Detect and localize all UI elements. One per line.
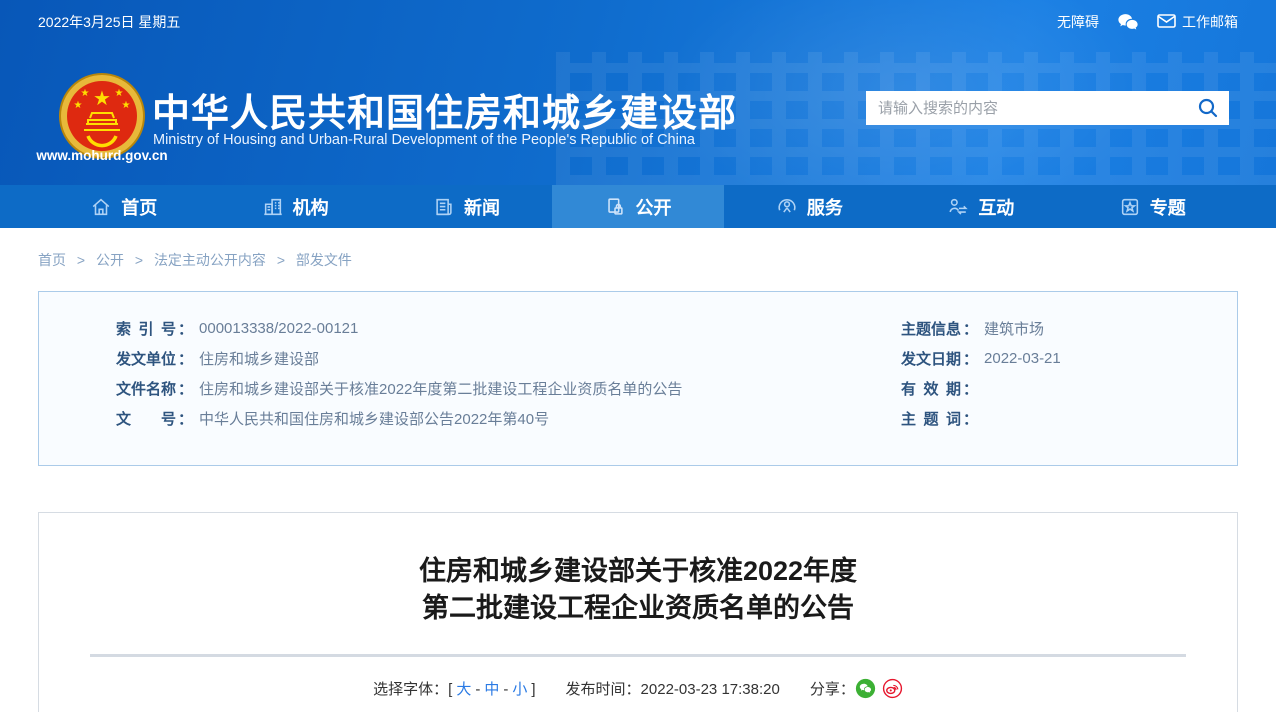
nav-item-news[interactable]: 新闻 bbox=[381, 185, 552, 228]
svg-text:★: ★ bbox=[115, 88, 124, 99]
organization-icon bbox=[262, 196, 284, 218]
article-meta: 选择字体：[大 - 中 - 小] 发布时间：2022-03-23 17:38:20 分享… bbox=[39, 678, 1237, 699]
breadcrumb-disclosure[interactable]: 公开 bbox=[96, 252, 124, 268]
nav-label: 服务 bbox=[806, 197, 843, 218]
nav-label: 互动 bbox=[978, 197, 1015, 218]
nav-label: 首页 bbox=[121, 197, 158, 218]
article-box: 住房和城乡建设部关于核准2022年度 第二批建设工程企业资质名单的公告 选择字体… bbox=[38, 512, 1238, 712]
breadcrumb-current: 部发文件 bbox=[295, 252, 352, 268]
nav-label: 专题 bbox=[1149, 197, 1186, 218]
search-input[interactable] bbox=[866, 99, 1193, 117]
doc-info-row-issuing-unit: 发文单位：住房和城乡建设部 bbox=[116, 350, 320, 368]
disclosure-icon bbox=[604, 196, 626, 218]
font-large-link[interactable]: 大 bbox=[456, 681, 471, 698]
top-bar: 2022年3月25日 星期五 无障碍 工作邮箱 bbox=[38, 0, 1238, 44]
font-small-link[interactable]: 小 bbox=[512, 681, 527, 698]
font-medium-link[interactable]: 中 bbox=[484, 681, 499, 698]
service-icon bbox=[776, 196, 798, 218]
svg-text:★: ★ bbox=[122, 100, 131, 111]
work-mail-link[interactable]: 工作邮箱 bbox=[1157, 12, 1238, 32]
breadcrumb: 首页 > 公开 > 法定主动公开内容 > 部发文件 bbox=[38, 250, 1276, 270]
svg-text:★: ★ bbox=[81, 88, 90, 99]
page: 2022年3月25日 星期五 无障碍 工作邮箱 ★ ★ ★ ★ ★ www.mo… bbox=[0, 0, 1276, 712]
mail-icon bbox=[1157, 13, 1176, 31]
doc-info-row-document-title: 文件名称：住房和城乡建设部关于核准2022年度第二批建设工程企业资质名单的公告 bbox=[116, 380, 683, 398]
publish-time: 发布时间：2022-03-23 17:38:20 bbox=[565, 681, 780, 698]
nav-label: 机构 bbox=[292, 197, 329, 218]
doc-info-row-issue-date: 发文日期： 2022-03-21 bbox=[901, 349, 1061, 368]
share-row: 分享： bbox=[810, 678, 903, 699]
svg-text:★: ★ bbox=[74, 100, 83, 111]
doc-info-left-column: 索引号： 000013338/2022-00121 发文单位：住房和城乡建设部 文… bbox=[116, 313, 682, 433]
breadcrumb-separator: > bbox=[76, 252, 86, 268]
nav-item-organization[interactable]: 机构 bbox=[209, 185, 380, 228]
doc-info-right-column: 主题信息：建筑市场 发文日期： 2022-03-21 有效期： 主题词： bbox=[901, 313, 1061, 433]
font-size-selector: 选择字体：[大 - 中 - 小] bbox=[373, 681, 536, 698]
doc-info-row-validity: 有效期： bbox=[901, 380, 979, 398]
interaction-icon bbox=[947, 196, 969, 218]
doc-info-row-document-number: 文号：中华人民共和国住房和城乡建设部公告2022年第40号 bbox=[116, 410, 550, 428]
breadcrumb-home[interactable]: 首页 bbox=[38, 252, 66, 268]
doc-info-row-index-number: 索引号： 000013338/2022-00121 bbox=[116, 319, 359, 338]
breadcrumb-statutory-content[interactable]: 法定主动公开内容 bbox=[154, 252, 266, 268]
main-navigation: 首页 机构 新闻 公开 服务 互动 专题 bbox=[0, 185, 1276, 228]
document-info-box: 索引号： 000013338/2022-00121 发文单位：住房和城乡建设部 文… bbox=[38, 291, 1238, 466]
national-emblem-logo[interactable]: ★ ★ ★ ★ ★ bbox=[58, 72, 146, 160]
top-bar-links: 无障碍 工作邮箱 bbox=[1057, 12, 1238, 32]
special-topic-icon bbox=[1119, 196, 1141, 218]
nav-item-disclosure[interactable]: 公开 bbox=[552, 185, 724, 228]
search-icon[interactable] bbox=[1193, 97, 1229, 119]
svg-text:★: ★ bbox=[93, 88, 111, 110]
news-icon bbox=[433, 196, 455, 218]
weibo-share-icon[interactable] bbox=[882, 678, 903, 699]
current-date: 2022年3月25日 星期五 bbox=[38, 14, 181, 30]
wechat-share-icon[interactable] bbox=[855, 678, 876, 699]
doc-info-row-topic-info: 主题信息：建筑市场 bbox=[901, 320, 1045, 338]
nav-label: 新闻 bbox=[464, 197, 501, 218]
accessibility-link[interactable]: 无障碍 bbox=[1057, 12, 1099, 32]
article-title: 住房和城乡建设部关于核准2022年度 第二批建设工程企业资质名单的公告 bbox=[418, 556, 858, 623]
site-url: www.mohurd.gov.cn bbox=[36, 148, 168, 163]
home-icon bbox=[90, 196, 112, 218]
work-mail-label: 工作邮箱 bbox=[1182, 14, 1238, 30]
doc-info-row-keywords: 主题词： bbox=[901, 410, 979, 428]
site-title: 中华人民共和国住房和城乡建设部 bbox=[152, 93, 738, 135]
nav-item-interaction[interactable]: 互动 bbox=[895, 185, 1066, 228]
search-box bbox=[866, 91, 1229, 125]
breadcrumb-separator: > bbox=[276, 252, 286, 268]
nav-item-services[interactable]: 服务 bbox=[724, 185, 895, 228]
title-divider bbox=[90, 654, 1186, 657]
site-subtitle-en: Ministry of Housing and Urban-Rural Deve… bbox=[153, 132, 695, 148]
breadcrumb-separator: > bbox=[134, 252, 144, 268]
wechat-icon[interactable] bbox=[1117, 13, 1139, 31]
nav-item-special-topics[interactable]: 专题 bbox=[1067, 185, 1238, 228]
nav-item-home[interactable]: 首页 bbox=[38, 185, 209, 228]
share-label: 分享： bbox=[809, 681, 855, 698]
nav-label: 公开 bbox=[635, 197, 672, 218]
site-header: 2022年3月25日 星期五 无障碍 工作邮箱 ★ ★ ★ ★ ★ www.mo… bbox=[0, 0, 1276, 185]
